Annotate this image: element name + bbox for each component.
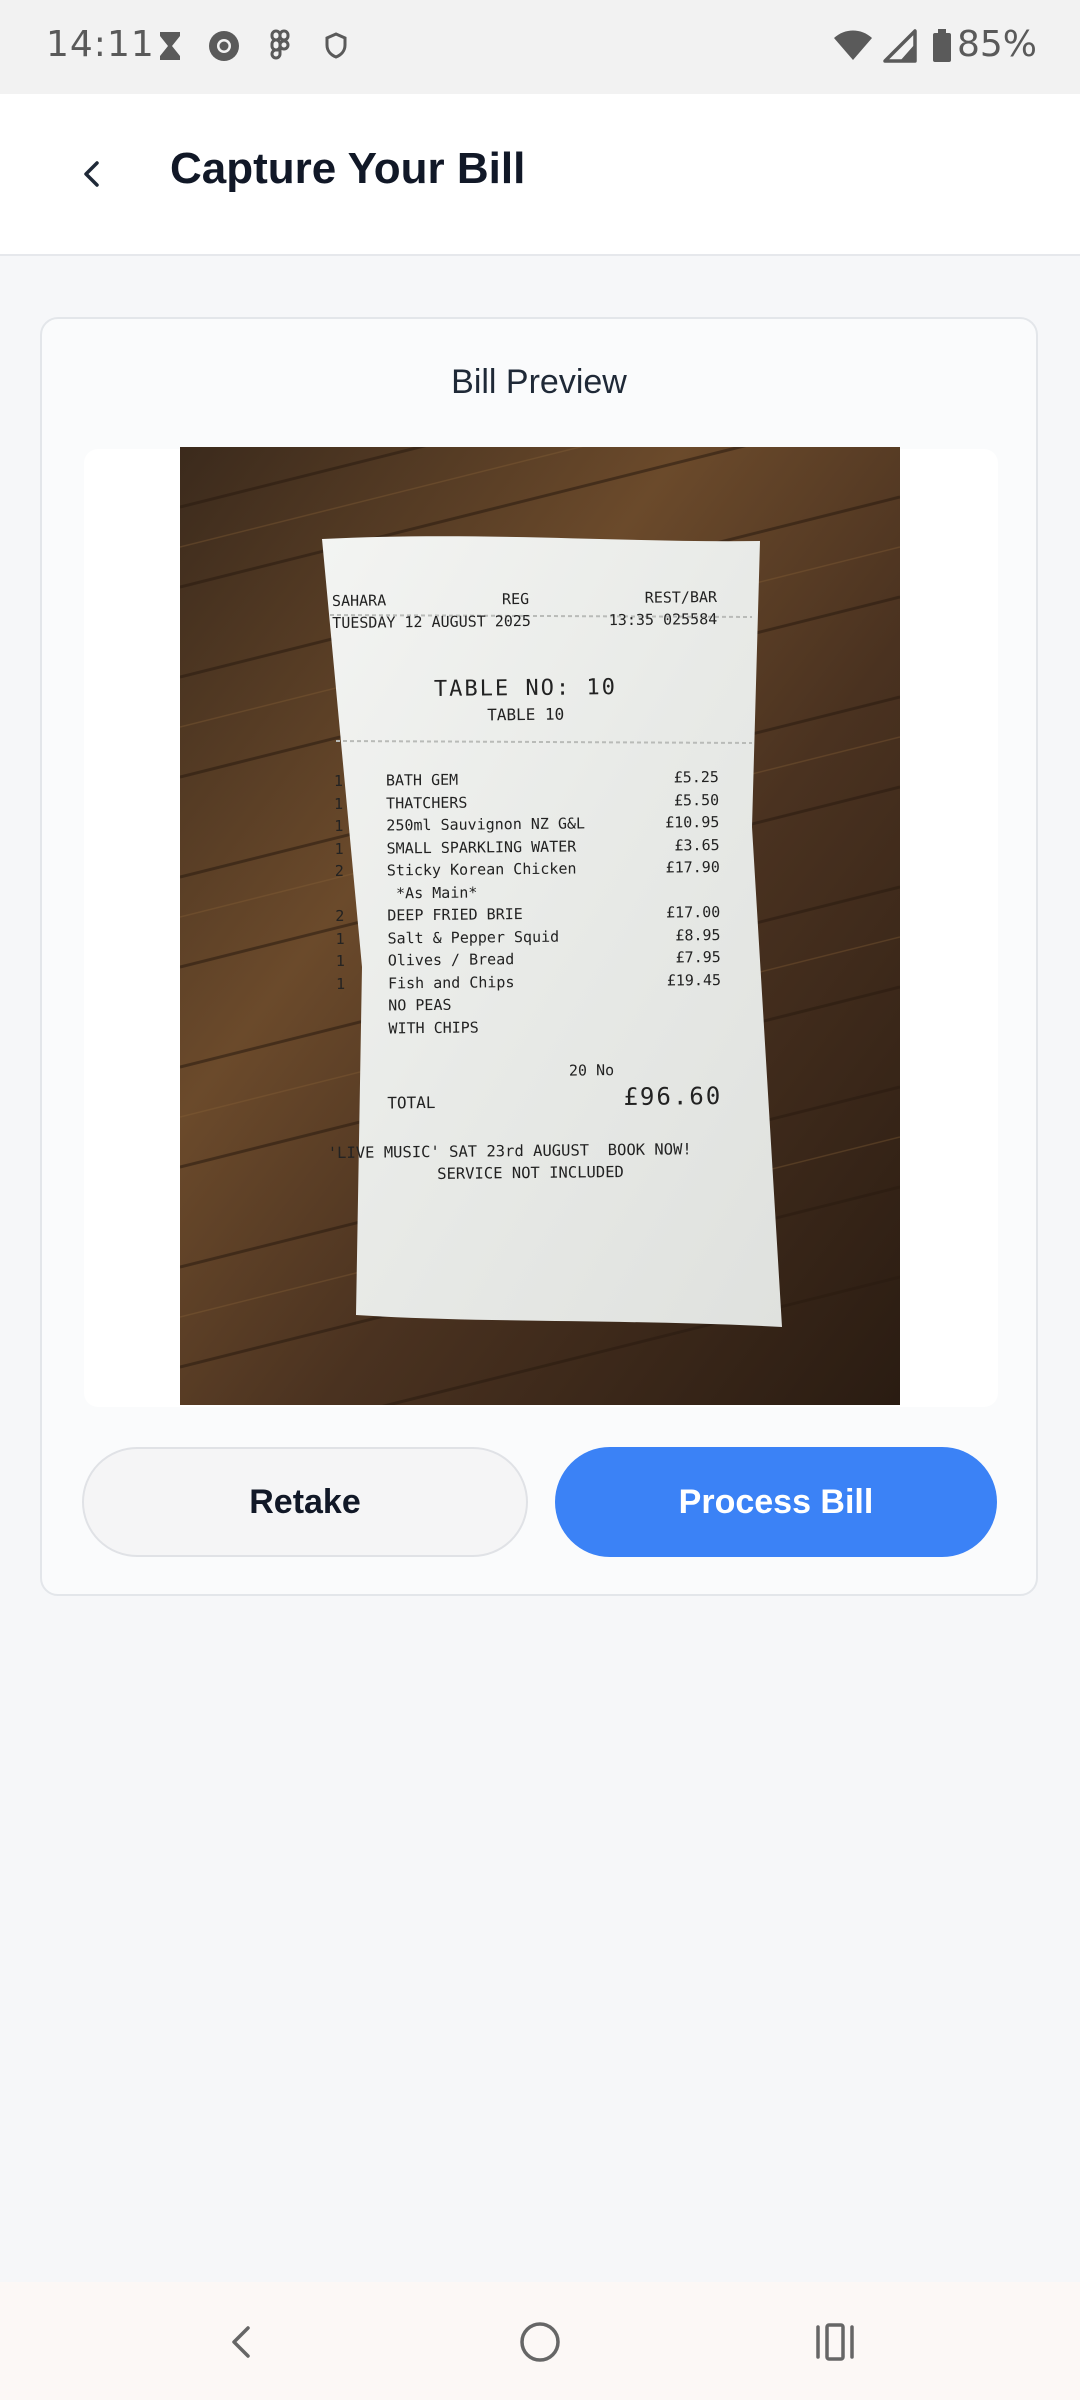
receipt-item-name: WITH CHIPS bbox=[388, 1018, 479, 1037]
receipt-item-price: £8.95 bbox=[675, 925, 721, 944]
nav-recents-button[interactable] bbox=[803, 2310, 867, 2374]
receipt-date: TUESDAY 12 AUGUST 2025 bbox=[332, 611, 532, 633]
receipt-item-name: THATCHERS bbox=[386, 793, 468, 812]
receipt-items: 1 BATH GEM £5.25 1 THATCHERS £5.50 1 250ml Sauv… bbox=[334, 768, 722, 1042]
receipt-total: £96.60 bbox=[623, 1081, 723, 1112]
receipt-item-price: £7.95 bbox=[675, 947, 721, 967]
receipt-item-qty: 1 bbox=[334, 839, 344, 858]
app-bar: Capture Your Bill bbox=[0, 94, 1080, 256]
receipt-footer-1: 'LIVE MUSIC' SAT 23rd AUGUST BOOK NOW! bbox=[327, 1140, 692, 1163]
nav-back-button[interactable] bbox=[210, 2310, 274, 2374]
receipt-total-label: TOTAL bbox=[387, 1092, 436, 1113]
receipt-item-qty: 1 bbox=[334, 794, 344, 813]
receipt-item-qty: 1 bbox=[335, 974, 346, 993]
receipt-item-price: £17.00 bbox=[666, 902, 721, 922]
battery-icon bbox=[933, 29, 951, 62]
receipt-item-price: £5.25 bbox=[673, 767, 719, 787]
chevron-left-icon bbox=[84, 161, 99, 187]
receipt-item-price: £17.90 bbox=[665, 857, 720, 877]
hourglass-icon bbox=[160, 32, 180, 60]
shield-icon bbox=[325, 32, 347, 59]
receipt-item-name: Fish and Chips bbox=[387, 972, 515, 992]
page-title: Capture Your Bill bbox=[170, 144, 526, 193]
system-nav-bar bbox=[0, 2282, 1080, 2400]
receipt-text: SAHARA REG REST/BAR TUESDAY 12 AUGUST 20… bbox=[328, 588, 723, 1184]
receipt-item-qty: 2 bbox=[335, 906, 345, 926]
card-title: Bill Preview bbox=[451, 363, 627, 401]
receipt-dept: REST/BAR bbox=[644, 588, 718, 607]
receipt-count: 20 No bbox=[568, 1061, 615, 1080]
receipt-item-qty: 1 bbox=[333, 771, 344, 791]
receipt-item-price: £3.65 bbox=[674, 835, 720, 854]
receipt-reg: REG bbox=[501, 589, 530, 609]
status-time: 14:11 bbox=[46, 24, 155, 65]
receipt-item-name: Olives / Bread bbox=[387, 950, 515, 970]
receipt-item-name: NO PEAS bbox=[388, 995, 452, 1015]
receipt-item-name: 250ml Sauvignon NZ G&L bbox=[386, 814, 586, 835]
receipt-item-qty: 1 bbox=[334, 816, 344, 836]
signal-icon bbox=[883, 29, 917, 63]
nav-recents-icon bbox=[816, 2323, 854, 2361]
receipt-item-price: £19.45 bbox=[666, 970, 722, 990]
status-bar: 14:11 85% bbox=[0, 0, 1080, 94]
receipt-item-row: WITH CHIPS bbox=[336, 1015, 721, 1042]
receipt-item-name: SMALL SPARKLING WATER bbox=[386, 836, 577, 857]
chrome-icon bbox=[209, 31, 239, 61]
nav-home-button[interactable] bbox=[508, 2310, 572, 2374]
receipt-item-qty: 1 bbox=[335, 929, 345, 948]
receipt-venue: SAHARA bbox=[331, 591, 387, 611]
figma-icon bbox=[270, 29, 290, 60]
receipt-item-name: *As Main* bbox=[386, 883, 478, 902]
receipt-table-header: TABLE NO: 10 bbox=[433, 675, 618, 702]
receipt-item-qty: 1 bbox=[335, 951, 345, 971]
receipt-item-price: £5.50 bbox=[673, 790, 720, 809]
receipt-time-code: 13:35 025584 bbox=[608, 609, 718, 630]
nav-back-icon bbox=[232, 2326, 250, 2358]
receipt-item-name: BATH GEM bbox=[385, 770, 459, 790]
battery-percentage: 85% bbox=[957, 24, 1038, 65]
back-button[interactable] bbox=[60, 142, 124, 206]
receipt-item-name: Sticky Korean Chicken bbox=[386, 859, 577, 880]
receipt-item-name: Salt & Pepper Squid bbox=[387, 927, 560, 947]
retake-button[interactable]: Retake bbox=[82, 1447, 528, 1557]
nav-home-icon bbox=[520, 2322, 560, 2362]
receipt-item-price: £10.95 bbox=[665, 812, 720, 832]
receipt-item-name: DEEP FRIED BRIE bbox=[387, 905, 523, 925]
process-bill-button[interactable]: Process Bill bbox=[555, 1447, 997, 1557]
wifi-icon bbox=[834, 30, 872, 60]
receipt-item-qty: 2 bbox=[334, 861, 344, 881]
